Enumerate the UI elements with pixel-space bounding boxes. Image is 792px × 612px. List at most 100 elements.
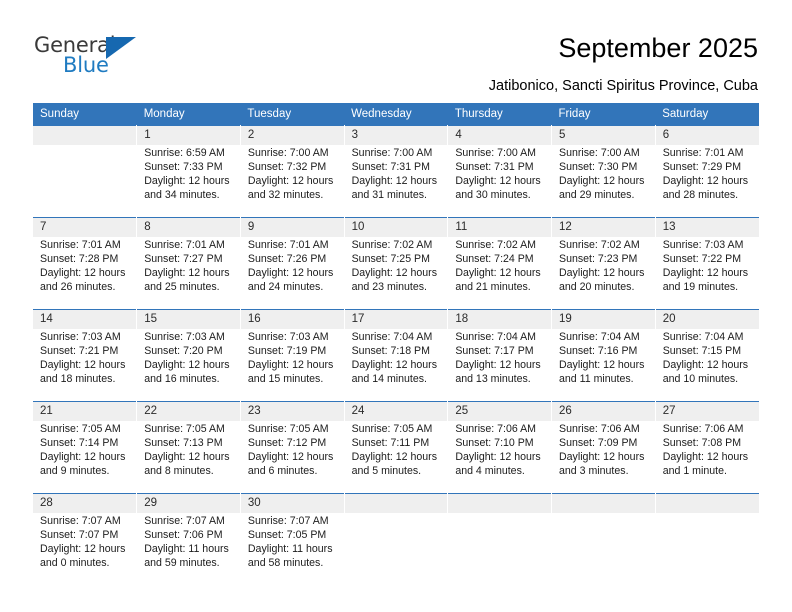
day-cell[interactable]: Sunrise: 7:06 AM Sunset: 7:08 PM Daylight:… [655,421,759,494]
day-daylight-2-text: and 1 minute. [662,465,727,477]
day-sunrise-text: Sunrise: 7:07 AM [144,515,225,527]
day-number[interactable]: 28 [33,493,138,513]
day-sun-details: Sunrise: 7:03 AM Sunset: 7:21 PM Daylight:… [40,330,131,386]
day-cell[interactable]: Sunrise: 7:05 AM Sunset: 7:11 PM Daylight:… [344,421,449,494]
day-cell[interactable]: Sunrise: 7:05 AM Sunset: 7:12 PM Daylight:… [240,421,345,494]
day-cell[interactable]: Sunrise: 7:02 AM Sunset: 7:25 PM Daylight:… [344,237,449,310]
day-sun-details: Sunrise: 7:02 AM Sunset: 7:25 PM Daylight:… [352,238,443,294]
day-sunset-text: Sunset: 7:32 PM [247,161,327,173]
calendar-grid: Sunday Monday Tuesday Wednesday Thursday… [33,103,759,585]
day-cell[interactable]: Sunrise: 7:04 AM Sunset: 7:17 PM Daylight:… [447,329,553,402]
day-sunset-text: Sunset: 7:20 PM [144,345,223,357]
day-cell[interactable]: Sunrise: 7:00 AM Sunset: 7:30 PM Daylight:… [551,145,656,218]
day-number[interactable]: 19 [551,309,656,329]
day-number[interactable]: 7 [33,217,138,237]
day-cell[interactable]: Sunrise: 7:03 AM Sunset: 7:22 PM Daylight:… [655,237,759,310]
day-number[interactable]: 4 [447,125,553,145]
day-cell[interactable]: Sunrise: 7:05 AM Sunset: 7:14 PM Daylight:… [33,421,138,494]
day-cell[interactable]: Sunrise: 6:59 AM Sunset: 7:33 PM Daylight:… [136,145,241,218]
day-sun-details: Sunrise: 7:00 AM Sunset: 7:30 PM Daylight:… [559,146,650,202]
day-number[interactable]: 20 [655,309,759,329]
day-sunrise-text: Sunrise: 7:06 AM [559,423,640,435]
day-number[interactable]: 29 [136,493,241,513]
day-number[interactable]: 13 [655,217,759,237]
day-cell[interactable]: Sunrise: 7:06 AM Sunset: 7:10 PM Daylight:… [447,421,553,494]
day-sunset-text: Sunset: 7:16 PM [559,345,638,357]
day-daylight-2-text: and 23 minutes. [351,281,427,293]
day-number[interactable]: 8 [136,217,241,237]
day-daylight-2-text: and 3 minutes. [559,465,629,477]
day-cell-empty [33,125,138,145]
day-daylight-1-text: Daylight: 12 hours [144,175,230,187]
day-number[interactable]: 17 [344,309,449,329]
day-number[interactable]: 11 [447,217,553,237]
day-number[interactable]: 23 [240,401,345,421]
day-number[interactable]: 24 [344,401,449,421]
day-cell[interactable]: Sunrise: 7:04 AM Sunset: 7:16 PM Daylight:… [551,329,656,402]
calendar-week-detail-row: Sunrise: 7:01 AM Sunset: 7:28 PM Daylight:… [33,237,759,310]
day-sunrise-text: Sunrise: 7:01 AM [144,239,225,251]
day-sunset-text: Sunset: 7:24 PM [455,253,534,265]
day-cell[interactable]: Sunrise: 7:07 AM Sunset: 7:05 PM Daylight:… [240,513,345,585]
day-sunrise-text: Sunrise: 7:06 AM [662,423,744,435]
day-cell[interactable]: Sunrise: 7:00 AM Sunset: 7:31 PM Daylight:… [447,145,553,218]
day-cell[interactable]: Sunrise: 7:02 AM Sunset: 7:23 PM Daylight:… [551,237,656,310]
day-number[interactable]: 5 [551,125,656,145]
day-daylight-1-text: Daylight: 12 hours [40,267,126,279]
calendar-week-number-row: 123456 [33,125,759,145]
day-cell[interactable]: Sunrise: 7:03 AM Sunset: 7:20 PM Daylight:… [136,329,241,402]
day-number[interactable]: 15 [136,309,241,329]
day-daylight-1-text: Daylight: 12 hours [351,175,437,187]
day-number[interactable]: 6 [655,125,759,145]
calendar-week-number-row: 21 22 23 24 25 26 27 [33,401,759,421]
day-daylight-2-text: and 14 minutes. [351,373,427,385]
day-cell[interactable]: Sunrise: 7:00 AM Sunset: 7:32 PM Daylight:… [240,145,345,218]
day-daylight-2-text: and 6 minutes. [247,465,318,477]
day-number[interactable]: 22 [136,401,241,421]
day-cell[interactable]: Sunrise: 7:01 AM Sunset: 7:27 PM Daylight:… [136,237,241,310]
day-cell[interactable]: Sunrise: 7:01 AM Sunset: 7:28 PM Daylight:… [33,237,138,310]
day-number[interactable]: 25 [447,401,553,421]
day-cell[interactable]: Sunrise: 7:02 AM Sunset: 7:24 PM Daylight:… [447,237,553,310]
day-number[interactable]: 16 [240,309,345,329]
day-number[interactable]: 12 [551,217,656,237]
day-sunrise-text: Sunrise: 7:04 AM [559,331,640,343]
day-cell[interactable]: Sunrise: 7:01 AM Sunset: 7:26 PM Daylight:… [240,237,345,310]
day-sunset-text: Sunset: 7:07 PM [40,529,119,541]
day-number[interactable]: 3 [344,125,449,145]
logo-triangle-icon [106,37,136,59]
day-number[interactable]: 9 [240,217,345,237]
day-cell[interactable]: Sunrise: 7:03 AM Sunset: 7:21 PM Daylight:… [33,329,138,402]
day-sun-details: Sunrise: 7:03 AM Sunset: 7:22 PM Daylight:… [663,238,754,294]
day-number[interactable]: 26 [551,401,656,421]
day-sunset-text: Sunset: 7:30 PM [559,161,638,173]
day-number[interactable]: 14 [33,309,138,329]
day-cell[interactable]: Sunrise: 7:04 AM Sunset: 7:18 PM Daylight:… [344,329,449,402]
day-daylight-1-text: Daylight: 11 hours [144,543,229,555]
day-number[interactable]: 27 [655,401,759,421]
day-number[interactable]: 30 [240,493,345,513]
day-sunset-text: Sunset: 7:17 PM [455,345,534,357]
day-cell[interactable]: Sunrise: 7:04 AM Sunset: 7:15 PM Daylight:… [655,329,759,402]
day-sunrise-text: Sunrise: 7:00 AM [247,147,329,159]
day-sunset-text: Sunset: 7:05 PM [247,529,327,541]
calendar-header-row: Sunday Monday Tuesday Wednesday Thursday… [33,103,759,126]
day-cell[interactable]: Sunrise: 7:07 AM Sunset: 7:06 PM Daylight:… [136,513,241,585]
day-sun-details: Sunrise: 7:03 AM Sunset: 7:19 PM Daylight:… [248,330,339,386]
day-cell[interactable]: Sunrise: 7:06 AM Sunset: 7:09 PM Daylight:… [551,421,656,494]
day-cell[interactable]: Sunrise: 7:01 AM Sunset: 7:29 PM Daylight:… [655,145,759,218]
day-number[interactable]: 18 [447,309,553,329]
day-number[interactable]: 21 [33,401,138,421]
weekday-header-tuesday: Tuesday [240,103,345,126]
calendar-week-detail-row: Sunrise: 6:59 AM Sunset: 7:33 PM Daylight:… [33,145,759,218]
day-number[interactable]: 10 [344,217,449,237]
day-cell[interactable]: Sunrise: 7:03 AM Sunset: 7:19 PM Daylight:… [240,329,345,402]
day-number[interactable]: 1 [136,125,241,145]
general-blue-logo[interactable]: General Blue [34,34,214,84]
day-cell[interactable]: Sunrise: 7:07 AM Sunset: 7:07 PM Daylight:… [33,513,138,585]
day-number[interactable]: 2 [240,125,345,145]
day-sun-details: Sunrise: 7:03 AM Sunset: 7:20 PM Daylight:… [144,330,235,386]
day-cell[interactable]: Sunrise: 7:05 AM Sunset: 7:13 PM Daylight:… [136,421,241,494]
day-sun-details: Sunrise: 7:04 AM Sunset: 7:15 PM Daylight:… [663,330,754,386]
day-cell[interactable]: Sunrise: 7:00 AM Sunset: 7:31 PM Daylight:… [344,145,449,218]
